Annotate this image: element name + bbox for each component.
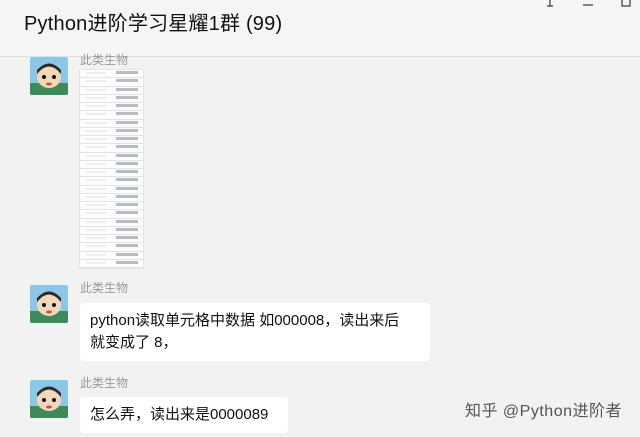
image-cell: [116, 87, 138, 91]
avatar[interactable]: [30, 285, 68, 323]
message-text: 就变成了 8，: [90, 334, 178, 351]
image-cell: [86, 105, 106, 107]
image-row: [80, 177, 143, 186]
image-cell: [116, 244, 138, 248]
image-cell: [116, 227, 138, 231]
image-cell: [86, 138, 106, 140]
image-cell: [86, 80, 106, 83]
maximize-icon[interactable]: [620, 0, 632, 8]
image-cell: [116, 71, 138, 74]
window-controls: [544, 0, 632, 12]
pin-icon[interactable]: [544, 0, 556, 8]
image-row: [80, 95, 143, 103]
image-cell: [116, 211, 138, 215]
image-row: [80, 169, 143, 178]
image-cell: [86, 88, 106, 91]
image-cell: [86, 212, 106, 215]
image-row: [80, 219, 143, 227]
image-row: [80, 153, 143, 161]
image-row: [80, 202, 143, 211]
sender-name: 此类生物: [80, 376, 129, 390]
image-cell: [86, 253, 106, 256]
image-row: [80, 161, 143, 169]
image-cell: [116, 128, 138, 132]
message-list[interactable]: 此类生物 此类生物 python读取单元格中数据 如000008，读出来后 就变…: [0, 53, 640, 437]
chat-window: Python进阶学习星耀1群 (99) 此类生物 此类生物 python读取单元…: [0, 0, 640, 437]
image-cell: [116, 161, 138, 165]
image-cell: [86, 72, 106, 74]
image-cell: [116, 153, 138, 157]
image-row: [80, 87, 143, 95]
image-cell: [116, 170, 138, 173]
sender-name: 此类生物: [80, 281, 129, 295]
image-cell: [86, 237, 106, 239]
image-cell: [116, 260, 138, 264]
image-row: [80, 120, 143, 128]
image-row: [80, 210, 143, 219]
image-cell: [86, 179, 106, 182]
image-cell: [116, 236, 138, 239]
image-cell: [116, 137, 138, 140]
image-cell: [86, 261, 106, 264]
image-cell: [86, 154, 106, 157]
avatar[interactable]: [30, 380, 68, 418]
image-row: [80, 103, 143, 112]
image-cell: [86, 195, 106, 198]
image-cell: [86, 204, 106, 206]
image-cell: [116, 219, 138, 223]
watermark: 知乎 @Python进阶者: [464, 403, 622, 420]
message-text: python读取单元格中数据 如000008，读出来后: [90, 312, 400, 329]
image-cell: [116, 186, 138, 190]
image-cell: [86, 245, 106, 248]
image-row: [80, 78, 143, 87]
sender-name: 此类生物: [80, 53, 129, 67]
image-row: [80, 186, 143, 194]
image-row: [80, 260, 143, 268]
image-cell: [116, 120, 138, 124]
image-cell: [116, 203, 138, 206]
image-row: [80, 227, 143, 235]
image-row: [80, 252, 143, 260]
image-row: [80, 111, 143, 120]
message-bubble[interactable]: 怎么弄，读出来是0000089: [80, 397, 288, 433]
message-text: 怎么弄，读出来是0000089: [90, 406, 269, 423]
image-cell: [116, 79, 138, 83]
minimize-icon[interactable]: [582, 0, 594, 8]
image-cell: [116, 194, 138, 198]
image-cell: [86, 96, 106, 99]
image-row: [80, 144, 143, 153]
image-cell: [86, 220, 106, 223]
image-cell: [86, 228, 106, 231]
image-cell: [86, 171, 106, 173]
avatar[interactable]: [30, 57, 68, 95]
image-cell: [116, 104, 138, 107]
image-cell: [86, 146, 106, 149]
image-cell: [116, 145, 138, 149]
image-row: [80, 128, 143, 136]
image-row: [80, 235, 143, 244]
image-cell: [86, 121, 106, 124]
image-row: [80, 243, 143, 252]
image-row: [80, 70, 143, 79]
chat-title: Python进阶学习星耀1群 (99): [24, 13, 283, 35]
spreadsheet-screenshot-image[interactable]: [79, 69, 144, 269]
message-bubble[interactable]: python读取单元格中数据 如000008，读出来后 就变成了 8，: [80, 303, 430, 361]
image-cell: [86, 162, 106, 165]
image-row: [80, 136, 143, 145]
image-cell: [86, 113, 106, 116]
image-cell: [116, 112, 138, 116]
image-cell: [116, 178, 138, 182]
image-row: [80, 194, 143, 202]
title-bar: Python进阶学习星耀1群 (99): [0, 0, 640, 57]
image-cell: [86, 129, 106, 132]
image-cell: [116, 95, 138, 99]
image-cell: [86, 187, 106, 190]
image-cell: [116, 252, 138, 256]
